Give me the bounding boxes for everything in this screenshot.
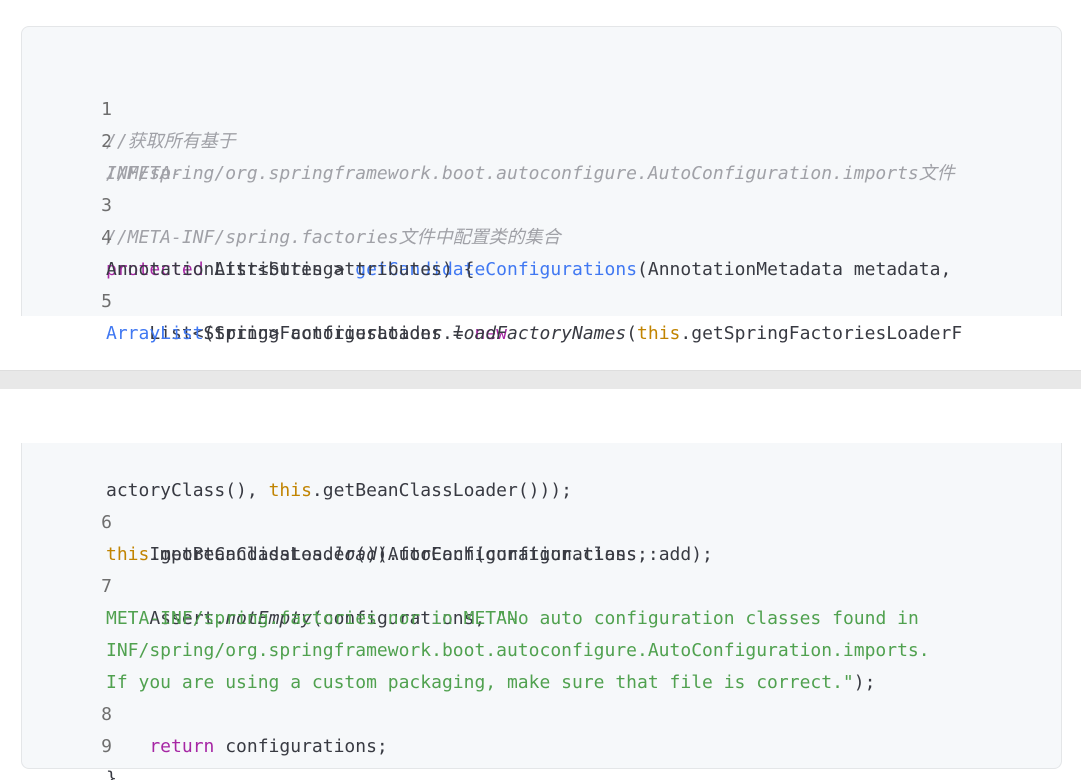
page-sheet-top: 1 //获取所有基于 2 //META- INF/spring/org.spri… bbox=[0, 0, 1081, 370]
code-line-2: 2 //META- bbox=[22, 94, 1057, 184]
code-line-5: 5 List<String> configurations = new bbox=[22, 254, 1057, 344]
code-line-5-wrap-2: actoryClass(), this.getBeanClassLoader()… bbox=[22, 443, 1057, 501]
code-line-1: 1 //获取所有基于 bbox=[22, 62, 1057, 152]
plain-token: (SpringFactoriesLoader. bbox=[203, 323, 453, 344]
code-line-3: 3 //META-INF/spring.factories文件中配置类的集合 bbox=[22, 158, 1057, 248]
code-line-2-wrap: INF/spring/org.springframework.boot.auto… bbox=[22, 126, 1057, 184]
code-line-5-wrap: ArrayList(SpringFactoriesLoader.loadFact… bbox=[22, 286, 1057, 344]
italic-method-token: loadFactoryNames bbox=[452, 323, 627, 344]
function-token: ArrayList bbox=[106, 323, 204, 344]
plain-token: } bbox=[106, 768, 117, 780]
page-break-divider bbox=[0, 370, 1081, 389]
code-line-7-wrap: INF/spring/org.springframework.boot.auto… bbox=[22, 603, 1057, 661]
code-block-part-1: 1 //获取所有基于 2 //META- INF/spring/org.spri… bbox=[21, 26, 1062, 344]
code-text: ArrayList(SpringFactoriesLoader.loadFact… bbox=[106, 318, 962, 350]
this-token: this bbox=[637, 323, 681, 344]
code-line-6-wrap: this.getBeanClassLoader()).forEach(confi… bbox=[22, 507, 1057, 565]
code-line-6: 6 ImportCandidates.load(AutoConfiguratio… bbox=[22, 475, 1057, 565]
code-block-part-2: actoryClass(), this.getBeanClassLoader()… bbox=[21, 443, 1062, 780]
plain-token: configurations; bbox=[214, 736, 388, 757]
code-line-7: 7 Assert.notEmpty(configurations, "No au… bbox=[22, 539, 1057, 629]
code-line-9: 9 } bbox=[22, 699, 1057, 780]
code-line-7-wrap: If you are using a custom packaging, mak… bbox=[22, 635, 1057, 693]
plain-token: .getSpringFactoriesLoaderF bbox=[680, 323, 963, 344]
plain-token: ( bbox=[626, 323, 638, 344]
code-line-8: 8 return configurations; bbox=[22, 667, 1057, 757]
code-text: return configurations; bbox=[106, 731, 388, 763]
code-line-4-wrap: AnnotationAttributes attributes) { bbox=[22, 222, 1057, 280]
keyword-token: return bbox=[106, 736, 215, 757]
line-number: 9 bbox=[101, 736, 112, 757]
code-line-7-wrap: META-INF/spring.factories nor in META- bbox=[22, 571, 1057, 629]
code-line-4: 4 protected List<String> getCandidateCon… bbox=[22, 190, 1057, 280]
